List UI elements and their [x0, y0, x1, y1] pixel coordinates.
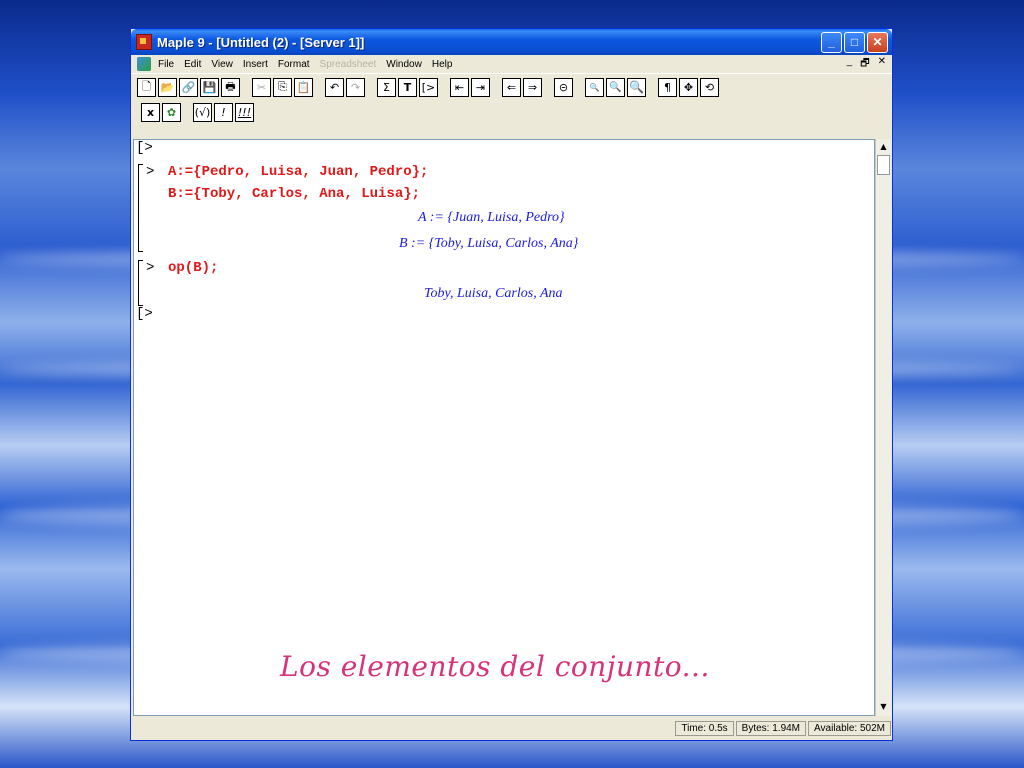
menu-insert[interactable]: Insert — [238, 59, 273, 70]
menu-help[interactable]: Help — [427, 59, 458, 70]
window-title: Maple 9 - [Untitled (2) - [Server 1]] — [157, 34, 365, 50]
menu-edit[interactable]: Edit — [179, 59, 206, 70]
input-line-b[interactable]: B:={Toby, Carlos, Ana, Luisa}; — [168, 186, 420, 202]
restart-icon[interactable]: ⟲ — [700, 77, 719, 97]
empty-prompt-bottom[interactable]: [> — [136, 306, 153, 322]
minimize-button[interactable]: _ — [821, 31, 842, 53]
menu-bar: File Edit View Insert Format Spreadsheet… — [131, 55, 892, 73]
main-toolbar: 🗋 📂 🔗 💾 🖶 ✂ ⎘ 📋 ↶ ↷ Σ T [> ⇤ ⇥ ⇐ ⇒ ⊝ 🔍 🔍… — [131, 73, 892, 100]
open-icon[interactable]: 📂 — [158, 77, 177, 97]
scroll-thumb[interactable] — [877, 155, 890, 175]
print-icon[interactable]: 🖶 — [221, 77, 240, 97]
input-line-a[interactable]: A:={Pedro, Luisa, Juan, Pedro}; — [168, 164, 428, 180]
exec-group-bracket — [138, 164, 143, 252]
paste-icon[interactable]: 📋 — [294, 77, 313, 97]
output-op: Toby, Luisa, Carlos, Ana — [424, 286, 563, 301]
back-icon[interactable]: ⇐ — [502, 77, 521, 97]
empty-prompt-top[interactable]: [> — [136, 140, 153, 156]
stop-icon[interactable]: ⊝ — [554, 77, 573, 97]
status-bytes: Bytes: 1.94M — [735, 720, 807, 736]
forward-icon[interactable]: ⇒ — [523, 77, 542, 97]
exec-all-icon[interactable]: !!! — [235, 102, 254, 122]
cut-icon[interactable]: ✂ — [252, 77, 271, 97]
menu-file[interactable]: File — [153, 59, 179, 70]
vertical-scrollbar[interactable]: ▲ ▼ — [875, 139, 891, 716]
maximize-button[interactable]: □ — [844, 31, 865, 53]
outdent-icon[interactable]: ⇥ — [471, 77, 490, 97]
caption-text: Los elementos del conjunto... — [280, 650, 710, 683]
text-icon[interactable]: T — [398, 77, 417, 97]
sum-icon[interactable]: Σ — [377, 77, 396, 97]
indent-icon[interactable]: ⇤ — [450, 77, 469, 97]
menu-view[interactable]: View — [206, 59, 238, 70]
redo-icon[interactable]: ↷ — [346, 77, 365, 97]
copy-icon[interactable]: ⎘ — [273, 77, 292, 97]
zoom-small-icon[interactable]: 🔍 — [585, 77, 604, 97]
status-bar: Time: 0.5s Bytes: 1.94M Available: 502M — [133, 718, 891, 738]
new-icon[interactable]: 🗋 — [137, 77, 156, 97]
menu-spreadsheet: Spreadsheet — [319, 58, 377, 70]
output-a: A := {Juan, Luisa, Pedro} — [418, 210, 565, 225]
open-url-icon[interactable]: 🔗 — [179, 77, 198, 97]
prompt-marker: > — [146, 164, 155, 180]
maple-app-icon[interactable] — [136, 34, 152, 50]
document-menu-icon[interactable] — [137, 57, 151, 71]
scroll-up-icon[interactable]: ▲ — [878, 141, 889, 152]
undo-icon[interactable]: ↶ — [325, 77, 344, 97]
prompt-icon[interactable]: [> — [419, 77, 438, 97]
x-icon[interactable]: x — [141, 102, 160, 122]
output-b: B := {Toby, Luisa, Carlos, Ana} — [399, 236, 579, 251]
input-line-op[interactable]: op(B); — [168, 260, 218, 276]
status-time: Time: 0.5s — [675, 720, 734, 736]
title-bar[interactable]: Maple 9 - [Untitled (2) - [Server 1]] _ … — [131, 29, 892, 55]
exec-icon[interactable]: ! — [214, 102, 233, 122]
menu-window[interactable]: Window — [381, 59, 427, 70]
worksheet[interactable]: [> > A:={Pedro, Luisa, Juan, Pedro}; B:=… — [133, 139, 875, 716]
mdi-close-button[interactable]: ✕ — [878, 56, 886, 73]
zoom-medium-icon[interactable]: 🔍 — [606, 77, 625, 97]
save-icon[interactable]: 💾 — [200, 77, 219, 97]
menu-format[interactable]: Format — [273, 59, 315, 70]
move-icon[interactable]: ✥ — [679, 77, 698, 97]
mdi-restore-button[interactable]: 🗗 — [860, 56, 869, 73]
check-icon[interactable]: (√) — [193, 102, 212, 122]
prompt-marker: > — [146, 260, 155, 276]
execution-toolbar: x ✿ (√) ! !!! — [131, 100, 892, 124]
status-available: Available: 502M — [808, 720, 891, 736]
maple-window: Maple 9 - [Untitled (2) - [Server 1]] _ … — [130, 28, 893, 741]
exec-group-bracket — [138, 260, 143, 306]
debug-icon[interactable]: ✿ — [162, 102, 181, 122]
scroll-down-icon[interactable]: ▼ — [878, 701, 889, 712]
mdi-minimize-button[interactable]: _ — [847, 56, 853, 73]
close-button[interactable]: ✕ — [867, 31, 888, 53]
zoom-large-icon[interactable]: 🔍 — [627, 77, 646, 97]
pilcrow-icon[interactable]: ¶ — [658, 77, 677, 97]
